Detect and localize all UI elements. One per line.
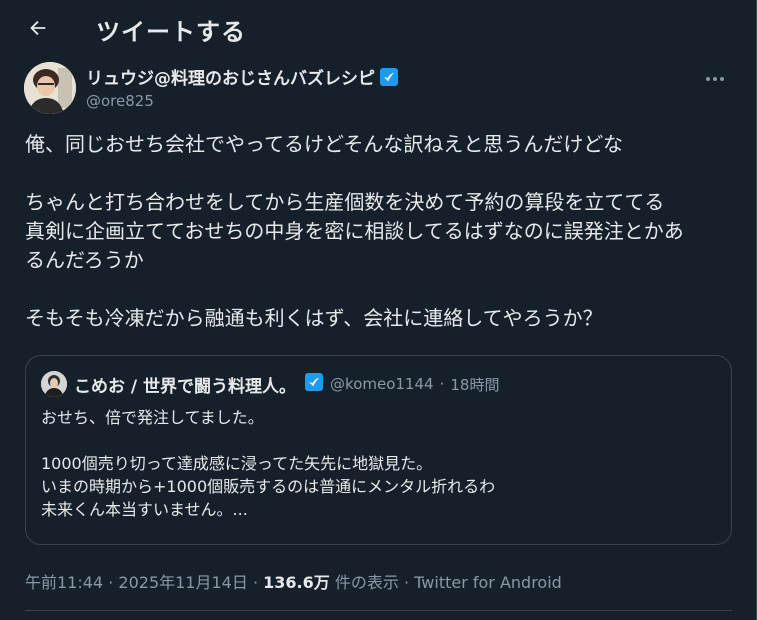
avatar-image (24, 62, 76, 114)
tweet-metadata: 午前11:44 · 2025年11月14日 · 136.6万 件の表示 · Tw… (25, 569, 562, 593)
tweet-line: ちゃんと打ち合わせをしてから生産個数を決めて予約の算段を立ててる (25, 190, 665, 214)
views-label: 件の表示 (334, 573, 399, 592)
quote-separator: · (439, 375, 445, 393)
header-bar: ツイートする (0, 0, 757, 56)
back-button[interactable] (18, 8, 58, 48)
quote-handle: @komeo1144 (330, 375, 434, 393)
tweet-text: 俺、同じおせち会社でやってるけどそんな訳ねえと思うんだけどな ちゃんと打ち合わせ… (25, 130, 725, 333)
quote-line: おせち、倍で発注してました。 (41, 408, 264, 427)
meta-separator: · (252, 573, 259, 592)
tweet-time[interactable]: 午前11:44 (25, 573, 103, 592)
more-dots-icon (706, 77, 724, 81)
quote-time: 18時間 (450, 375, 500, 394)
quote-author-name: こめお / 世界で闘う料理人。 (74, 376, 297, 397)
meta-separator: · (403, 573, 410, 592)
tweet-author: リュウジ@料理のおじさんバズレシピ @ore825 (24, 62, 734, 114)
avatar[interactable] (24, 62, 76, 114)
meta-separator: · (108, 573, 114, 592)
divider (25, 610, 732, 611)
quote-line: 1000個売り切って達成感に浸ってた矢先に地獄見た。 (41, 454, 433, 473)
quoted-tweet[interactable]: こめお / 世界で闘う料理人。 @komeo1144 · 18時間 おせち、倍で… (25, 355, 732, 545)
more-options-button[interactable] (704, 70, 726, 88)
page-title: ツイートする (96, 18, 246, 46)
author-name[interactable]: リュウジ@料理のおじさんバズレシピ (86, 64, 399, 92)
tweet-line: 真剣に企画立てておせちの中身を密に相談してるはずなのに誤発注とかあ (25, 219, 684, 243)
tweet-line: 俺、同じおせち会社でやってるけどそんな訳ねえと思うんだけどな (25, 132, 623, 156)
tweet-client[interactable]: Twitter for Android (414, 573, 562, 592)
arrow-left-icon (30, 20, 46, 36)
quote-line: いまの時期から+1000個販売するのは普通にメンタル折れるわ (41, 477, 496, 496)
quoted-tweet-text: おせち、倍で発注してました。 1000個売り切って達成感に浸ってた矢先に地獄見た… (41, 406, 721, 521)
tweet-line: るんだろうか (25, 248, 144, 272)
tweet-line: そもそも冷凍だから融通も利くはず、会社に連絡してやろうか？ (25, 306, 603, 330)
author-handle[interactable]: @ore825 (86, 92, 154, 110)
quote-line: 未来くん本当すいません。... (41, 500, 248, 519)
verified-badge-icon (379, 67, 399, 92)
verified-badge-icon (304, 372, 324, 396)
views-count: 136.6万 (263, 573, 330, 592)
quote-avatar (41, 371, 67, 397)
quoted-tweet-header: こめお / 世界で闘う料理人。 @komeo1144 · 18時間 (41, 371, 500, 397)
tweet-detail-view: ツイートする リュウジ@料理のおじさんバズレシピ @ore825 俺、同じおせち… (0, 0, 757, 620)
tweet-date[interactable]: 2025年11月14日 (118, 573, 247, 592)
author-name-text: リュウジ@料理のおじさんバズレシピ (86, 69, 375, 89)
